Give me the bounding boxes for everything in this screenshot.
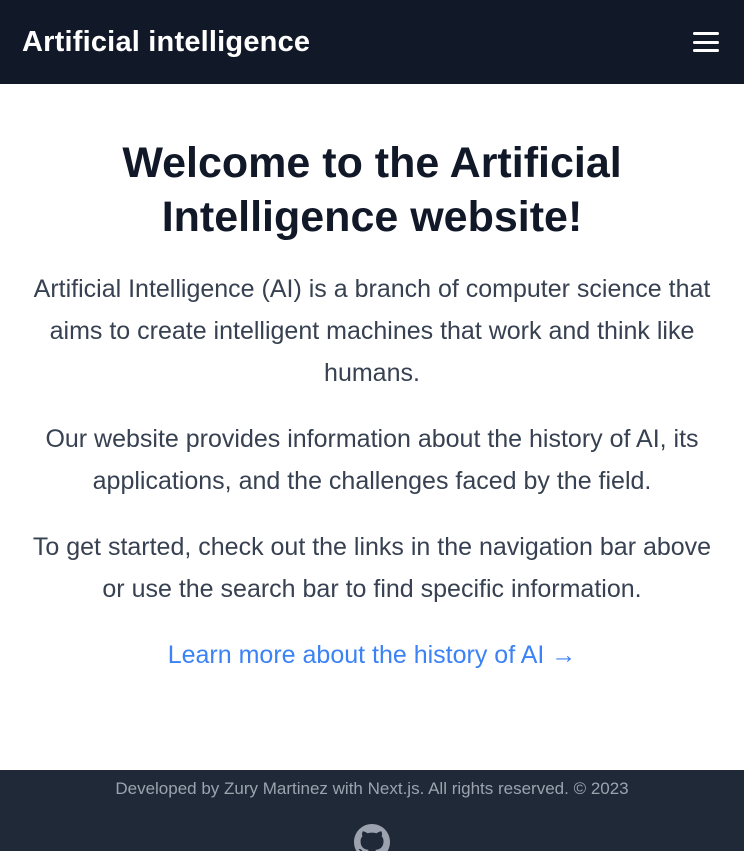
menu-bar-line <box>693 49 719 52</box>
hamburger-menu-icon[interactable] <box>693 32 719 52</box>
info-paragraph: Our website provides information about t… <box>45 425 699 495</box>
page-footer: Developed by Zury Martinez with Next.js.… <box>0 770 744 851</box>
learn-more-history-link[interactable]: Learn more about the history of AI → <box>168 634 577 676</box>
main-content: Welcome to the Artificial Intelligence w… <box>0 84 744 770</box>
github-icon[interactable] <box>354 824 390 851</box>
menu-bar-line <box>693 32 719 35</box>
site-brand[interactable]: Artificial intelligence <box>22 26 310 59</box>
top-navbar: Artificial intelligence <box>0 0 744 84</box>
footer-copyright: Developed by Zury Martinez with Next.js.… <box>115 779 629 798</box>
page-title: Welcome to the Artificial Intelligence w… <box>122 139 622 241</box>
menu-bar-line <box>693 40 719 44</box>
get-started-paragraph: To get started, check out the links in t… <box>32 533 712 603</box>
intro-paragraph: Artificial Intelligence (AI) is a branch… <box>33 275 711 387</box>
